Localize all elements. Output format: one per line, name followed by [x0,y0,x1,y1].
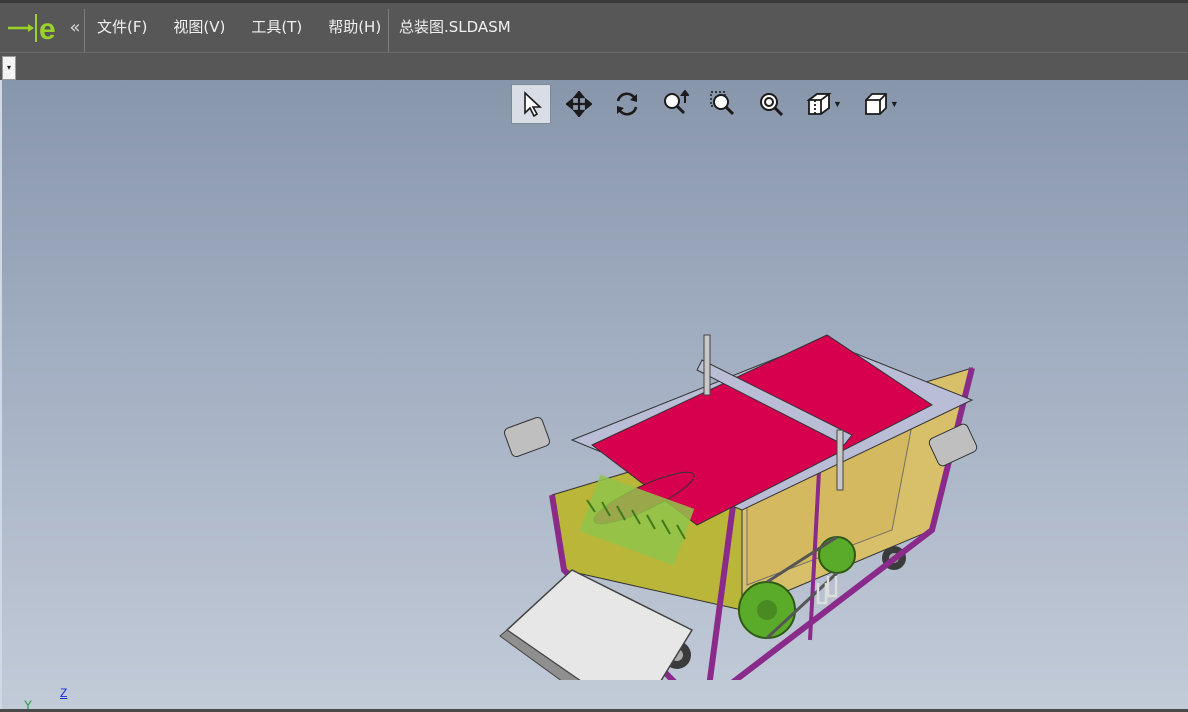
menu-file[interactable]: 文件(F) [84,3,160,52]
svg-text:e: e [39,13,56,45]
secondary-toolbar: ▾ [0,52,1188,80]
pan-icon[interactable] [559,84,599,124]
zoom-to-area-icon[interactable] [703,84,743,124]
graphics-viewport[interactable]: ▼ ▼ Z Y [0,80,1188,712]
section-view-dropdown-icon[interactable]: ▼ [833,99,842,109]
view-orientation-dropdown-icon[interactable]: ▼ [890,99,899,109]
heads-up-view-toolbar: ▼ ▼ [511,83,913,125]
y-axis-label: Y [24,698,33,712]
document-title: 总装图.SLDASM [399,18,511,36]
logo-e-icon[interactable]: e [0,3,66,52]
panel-dropdown-button[interactable]: ▾ [2,56,16,80]
menu-help[interactable]: 帮助(H) [315,3,394,52]
zoom-to-fit-icon[interactable] [751,84,791,124]
menu-view[interactable]: 视图(V) [160,3,238,52]
z-axis-label: Z [60,686,68,700]
divider [388,9,389,55]
rotate-icon[interactable] [607,84,647,124]
cad-model-machine[interactable] [492,240,1002,680]
menu-tools[interactable]: 工具(T) [238,3,315,52]
menu-bar: e « 文件(F) 视图(V) 工具(T) 帮助(H) 总装图.SLDASM [0,0,1188,55]
select-icon[interactable] [511,84,551,124]
zoom-in-out-icon[interactable] [655,84,695,124]
collapse-panel-icon[interactable]: « [66,3,84,52]
main-menu: 文件(F) 视图(V) 工具(T) 帮助(H) [84,3,394,52]
